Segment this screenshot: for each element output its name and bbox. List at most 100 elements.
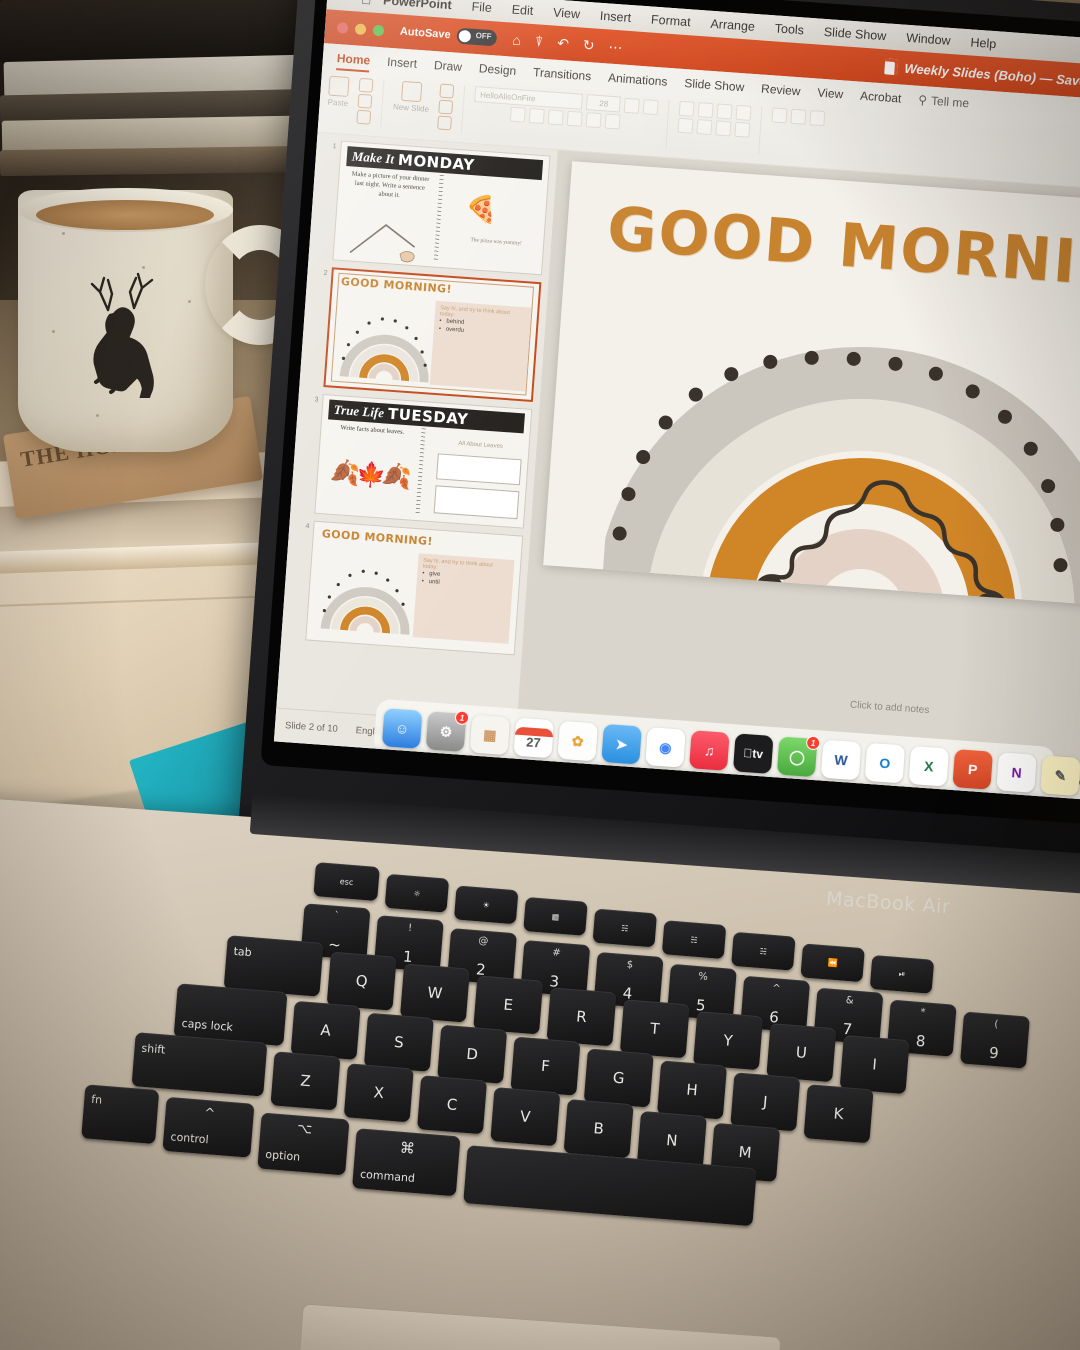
menu-arrange[interactable]: Arrange bbox=[710, 17, 755, 34]
key-control[interactable]: ^ control bbox=[162, 1096, 255, 1158]
key-h[interactable]: H bbox=[656, 1060, 728, 1120]
arrange-icon[interactable] bbox=[790, 108, 807, 125]
key-d[interactable]: D bbox=[437, 1024, 508, 1084]
autosave-control[interactable]: AutoSave OFF bbox=[399, 24, 498, 47]
tab-animations[interactable]: Animations bbox=[608, 71, 668, 89]
slide-thumbnail-1[interactable]: Make It MONDAY Make a picture of your di… bbox=[332, 140, 551, 276]
keyboard[interactable]: esc ☼ ☀ ▦ ☵ ☵ ☵ ⏪ ⏯ ` ~ ! 1 @2 #3 $4 % 5 ^ 6… bbox=[44, 835, 1080, 1350]
shape-row[interactable] bbox=[771, 107, 826, 127]
key-u[interactable]: U bbox=[766, 1023, 837, 1083]
font-color-icon[interactable] bbox=[605, 113, 622, 130]
current-slide[interactable]: GOOD MORNING! bbox=[543, 161, 1080, 617]
thumbnail-row[interactable]: 2 GOOD MORNING! Say hi, and try to think… bbox=[311, 266, 544, 403]
finder-icon[interactable]: ☺ bbox=[381, 708, 423, 749]
increase-font-icon[interactable] bbox=[624, 97, 641, 114]
autosave-toggle[interactable]: OFF bbox=[455, 27, 498, 47]
key-shift[interactable]: shift bbox=[131, 1032, 268, 1097]
menu-window[interactable]: Window bbox=[906, 31, 951, 48]
notes-placeholder[interactable]: Click to add notes bbox=[850, 699, 930, 716]
tab-view[interactable]: View bbox=[817, 86, 844, 102]
tab-review[interactable]: Review bbox=[761, 82, 801, 99]
bullets-icon[interactable] bbox=[679, 100, 696, 117]
paste-icon[interactable] bbox=[328, 75, 350, 98]
increase-indent-icon[interactable] bbox=[735, 104, 753, 121]
music-icon[interactable]: ♫ bbox=[689, 730, 730, 771]
key-j[interactable]: J bbox=[730, 1072, 801, 1132]
menu-edit[interactable]: Edit bbox=[511, 3, 533, 19]
key-f5[interactable]: ☵ bbox=[661, 920, 727, 960]
key-esc[interactable]: esc bbox=[313, 862, 380, 902]
system-preferences-icon[interactable]: ⚙ 1 bbox=[425, 710, 470, 752]
quick-styles-icon[interactable] bbox=[809, 110, 826, 127]
align-right-icon[interactable] bbox=[715, 120, 732, 137]
reset-icon[interactable] bbox=[438, 99, 454, 115]
menu-help[interactable]: Help bbox=[970, 35, 997, 51]
align-left-icon[interactable] bbox=[677, 117, 694, 134]
tab-design[interactable]: Design bbox=[478, 61, 516, 78]
slide-thumbnail-4[interactable]: GOOD MORNING! Say hi, and try to think a… bbox=[305, 520, 524, 656]
key-a[interactable]: A bbox=[290, 1000, 361, 1060]
safari-icon[interactable]: ➤ bbox=[601, 723, 642, 765]
key-f3[interactable]: ▦ bbox=[523, 897, 588, 936]
quick-access-toolbar[interactable]: ⌂ ⍒ ↶ ↻ ⋯ bbox=[512, 31, 623, 56]
slide-thumbnail-3[interactable]: True Life TUESDAY Write facts about leav… bbox=[314, 393, 533, 529]
key-command[interactable]: ⌘ command bbox=[352, 1128, 461, 1197]
key-f6[interactable]: ☵ bbox=[731, 931, 796, 971]
key-f1[interactable]: ☼ bbox=[384, 873, 450, 913]
appletv-icon[interactable]: tv bbox=[732, 733, 774, 774]
key-option[interactable]: ⌥ option bbox=[257, 1112, 350, 1176]
paragraph-group[interactable] bbox=[677, 100, 753, 138]
excel-icon[interactable]: X bbox=[908, 745, 950, 787]
font-size-input[interactable]: 28 bbox=[586, 94, 622, 113]
new-slide-group[interactable]: New Slide bbox=[393, 80, 431, 114]
save-icon[interactable]: ⍒ bbox=[534, 33, 544, 51]
numbering-icon[interactable] bbox=[698, 102, 715, 119]
key-e[interactable]: E bbox=[473, 975, 544, 1035]
powerpoint-icon[interactable]: P bbox=[952, 749, 993, 790]
paste-group[interactable]: Paste bbox=[327, 75, 350, 108]
font-group[interactable]: HelloAlisOnFire 28 bbox=[473, 86, 660, 132]
minimize-icon[interactable] bbox=[354, 22, 367, 35]
menu-tools[interactable]: Tools bbox=[774, 21, 804, 37]
thumbnail-row[interactable]: 1 Make It MONDAY Make a picture of your … bbox=[320, 140, 553, 276]
clipboard-extras[interactable] bbox=[356, 77, 374, 125]
maximize-icon[interactable] bbox=[372, 24, 385, 36]
slide-layout-group[interactable] bbox=[437, 83, 455, 131]
messages-icon[interactable]: ◯ 1 bbox=[776, 735, 821, 778]
key-y[interactable]: Y bbox=[693, 1011, 764, 1071]
close-icon[interactable] bbox=[336, 21, 349, 34]
menu-slide-show[interactable]: Slide Show bbox=[823, 25, 886, 43]
drawing-group[interactable] bbox=[771, 107, 826, 127]
key-k[interactable]: K bbox=[803, 1084, 874, 1144]
slide-thumbnail-pane[interactable]: 1 Make It MONDAY Make a picture of your … bbox=[276, 132, 559, 725]
thumbnail-row[interactable]: 4 GOOD MORNING! Say hi, and try to think… bbox=[293, 520, 526, 656]
justify-icon[interactable] bbox=[734, 121, 751, 138]
outlook-icon[interactable]: O bbox=[864, 742, 906, 784]
tell-me-search[interactable]: ⚲ Tell me bbox=[918, 93, 970, 111]
align-center-icon[interactable] bbox=[696, 119, 713, 136]
window-controls[interactable] bbox=[336, 21, 385, 36]
bold-icon[interactable] bbox=[510, 106, 527, 123]
slide-editing-stage[interactable]: GOOD MORNING! Click to add notes bbox=[517, 150, 1080, 767]
photos-icon[interactable]: ✿ bbox=[557, 720, 599, 762]
home-icon[interactable]: ⌂ bbox=[512, 31, 522, 49]
word-icon[interactable]: W bbox=[820, 739, 862, 781]
key-i[interactable]: I bbox=[839, 1034, 910, 1095]
chrome-icon[interactable]: ◉ bbox=[645, 727, 686, 768]
key-z[interactable]: Z bbox=[270, 1051, 341, 1111]
format-painter-icon[interactable] bbox=[356, 109, 372, 125]
key-f2[interactable]: ☀ bbox=[453, 885, 519, 925]
new-slide-icon[interactable] bbox=[401, 80, 423, 103]
thumbnail-row[interactable]: 3 True Life TUESDAY Write facts about le… bbox=[302, 393, 535, 529]
onenote-icon[interactable]: N bbox=[996, 752, 1037, 793]
italic-icon[interactable] bbox=[529, 108, 546, 125]
decrease-font-icon[interactable] bbox=[643, 98, 660, 115]
key-9[interactable]: (9 bbox=[960, 1011, 1030, 1069]
key-r[interactable]: R bbox=[546, 987, 617, 1047]
slide-thumbnail-2[interactable]: GOOD MORNING! Say hi, and try to think a… bbox=[323, 267, 542, 403]
tab-transitions[interactable]: Transitions bbox=[533, 65, 592, 83]
key-f4[interactable]: ☵ bbox=[592, 908, 658, 948]
calendar-icon[interactable]: 27 bbox=[513, 717, 555, 759]
key-f8[interactable]: ⏯ bbox=[869, 954, 935, 994]
font-name-input[interactable]: HelloAlisOnFire bbox=[474, 86, 584, 110]
